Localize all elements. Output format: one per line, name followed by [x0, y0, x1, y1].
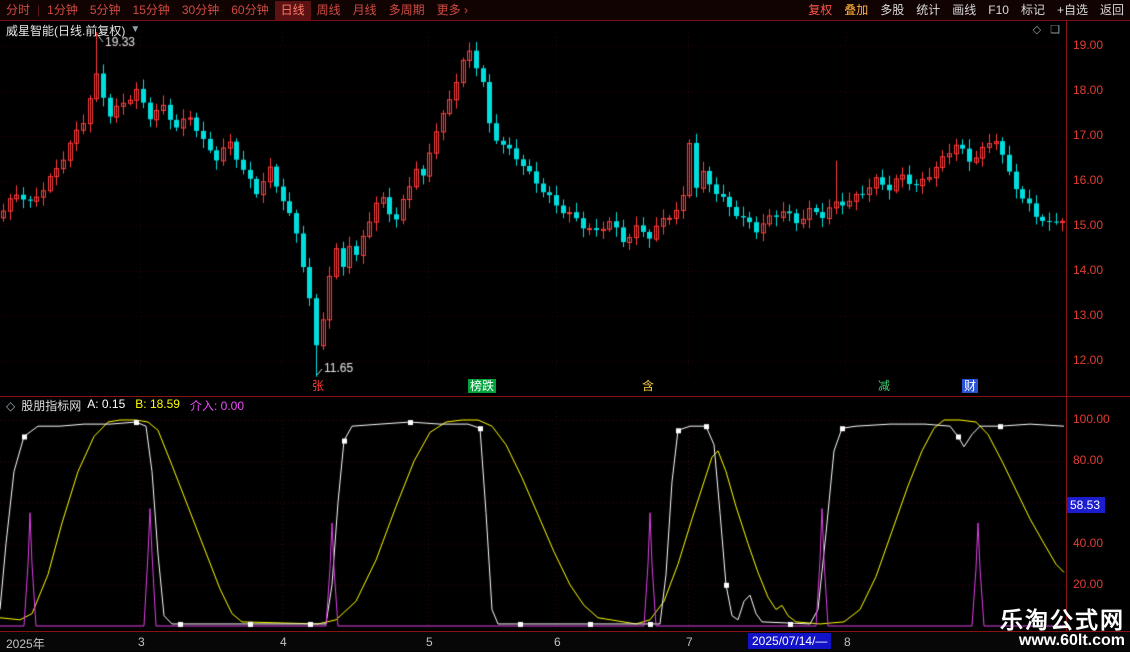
price-tick: 16.00 [1073, 174, 1103, 187]
main-chart-title-row: 威星智能(日线.前复权) ▼ [6, 23, 140, 37]
toolbar-period-6[interactable]: 日线 [275, 1, 311, 20]
watermark-url: www.60lt.com [1000, 632, 1125, 649]
indicator-title-row: ◇ 股朋指标网 A: 0.15 B: 18.59 介入: 0.00 [6, 399, 244, 412]
toolbar-tool-3[interactable]: 统计 [910, 1, 946, 20]
window-icon[interactable]: ❏ [1050, 23, 1060, 36]
app-window: 分时|1分钟5分钟15分钟30分钟60分钟日线周线月线多周期更多 › 复权叠加多… [0, 0, 1130, 650]
tools-menu: 复权叠加多股统计画线F10标记+自选返回 [802, 0, 1130, 20]
indicator-tick: 80.00 [1073, 454, 1103, 467]
toolbar-period-8[interactable]: 月线 [347, 1, 383, 20]
toolbar-period-0[interactable]: 分时 [0, 1, 36, 20]
indicator-current-value-badge: 58.53 [1067, 497, 1105, 513]
period-menu: 分时|1分钟5分钟15分钟30分钟60分钟日线周线月线多周期更多 › [0, 0, 474, 20]
date-label-1: 3 [138, 635, 145, 649]
date-label-0: 2025年 [6, 635, 45, 652]
selected-date-label: 2025/07/14/— [748, 633, 831, 649]
date-label-4: 6 [554, 635, 561, 649]
indicator-diamond-icon[interactable]: ◇ [6, 399, 15, 413]
toolbar-period-1[interactable]: 1分钟 [41, 1, 84, 20]
toolbar-period-10[interactable]: 更多 › [431, 1, 474, 20]
chevron-down-icon[interactable]: ▼ [130, 24, 140, 36]
main-chart-canvas[interactable] [0, 32, 1066, 378]
toolbar-tool-6[interactable]: 标记 [1015, 1, 1051, 20]
toolbar-tool-1[interactable]: 叠加 [838, 1, 874, 20]
watermark: 乐淘公式网 www.60lt.com [1000, 608, 1125, 649]
price-tick: 15.00 [1073, 219, 1103, 232]
toolbar-period-2[interactable]: 5分钟 [84, 1, 127, 20]
date-label-6: 8 [844, 635, 851, 649]
event-badge-1: 榜跌 [468, 379, 496, 393]
toolbar-tool-0[interactable]: 复权 [802, 1, 838, 20]
price-tick: 13.00 [1073, 309, 1103, 322]
event-badge-0: 张 [310, 379, 326, 393]
toolbar-tool-2[interactable]: 多股 [874, 1, 910, 20]
price-tick: 14.00 [1073, 264, 1103, 277]
price-tick: 18.00 [1073, 84, 1103, 97]
top-toolbar: 分时|1分钟5分钟15分钟30分钟60分钟日线周线月线多周期更多 › 复权叠加多… [0, 0, 1130, 21]
title-corner-icons: ◇ ❏ [1033, 23, 1060, 36]
watermark-site-name: 乐淘公式网 [1000, 608, 1125, 632]
indicator-canvas[interactable] [0, 412, 1066, 630]
price-tick: 12.00 [1073, 354, 1103, 367]
toolbar-period-4[interactable]: 30分钟 [176, 1, 225, 20]
price-tick: 17.00 [1073, 129, 1103, 142]
price-tick: 19.00 [1073, 39, 1103, 52]
stock-title: 威星智能(日线.前复权) [6, 22, 125, 39]
indicator-value-1: B: 18.59 [135, 397, 180, 414]
toolbar-period-5[interactable]: 60分钟 [225, 1, 274, 20]
toolbar-period-7[interactable]: 周线 [311, 1, 347, 20]
toolbar-tool-4[interactable]: 画线 [946, 1, 982, 20]
date-axis[interactable]: 2025年 3 4 5 6 7 8 2025/07/14/— [0, 631, 1130, 651]
diamond-icon[interactable]: ◇ [1033, 23, 1041, 36]
toolbar-tool-5[interactable]: F10 [982, 1, 1015, 20]
indicator-value-2: 介入: 0.00 [190, 397, 244, 414]
event-badge-3: 减 [876, 379, 892, 393]
toolbar-period-3[interactable]: 15分钟 [127, 1, 176, 20]
toolbar-tool-8[interactable]: 返回 [1094, 1, 1130, 20]
indicator-value-0: A: 0.15 [87, 397, 125, 414]
indicator-values: A: 0.15 B: 18.59 介入: 0.00 [87, 397, 244, 414]
event-badge-4: 财 [962, 379, 978, 393]
toolbar-period-9[interactable]: 多周期 [383, 1, 431, 20]
date-label-5: 7 [686, 635, 693, 649]
date-label-3: 5 [426, 635, 433, 649]
date-label-2: 4 [280, 635, 287, 649]
indicator-tick: 100.00 [1073, 413, 1110, 426]
indicator-name: 股朋指标网 [21, 397, 81, 414]
indicator-tick: 40.00 [1073, 537, 1103, 550]
toolbar-tool-7[interactable]: +自选 [1051, 1, 1094, 20]
event-badge-2: 含 [640, 379, 656, 393]
indicator-tick: 20.00 [1073, 578, 1103, 591]
